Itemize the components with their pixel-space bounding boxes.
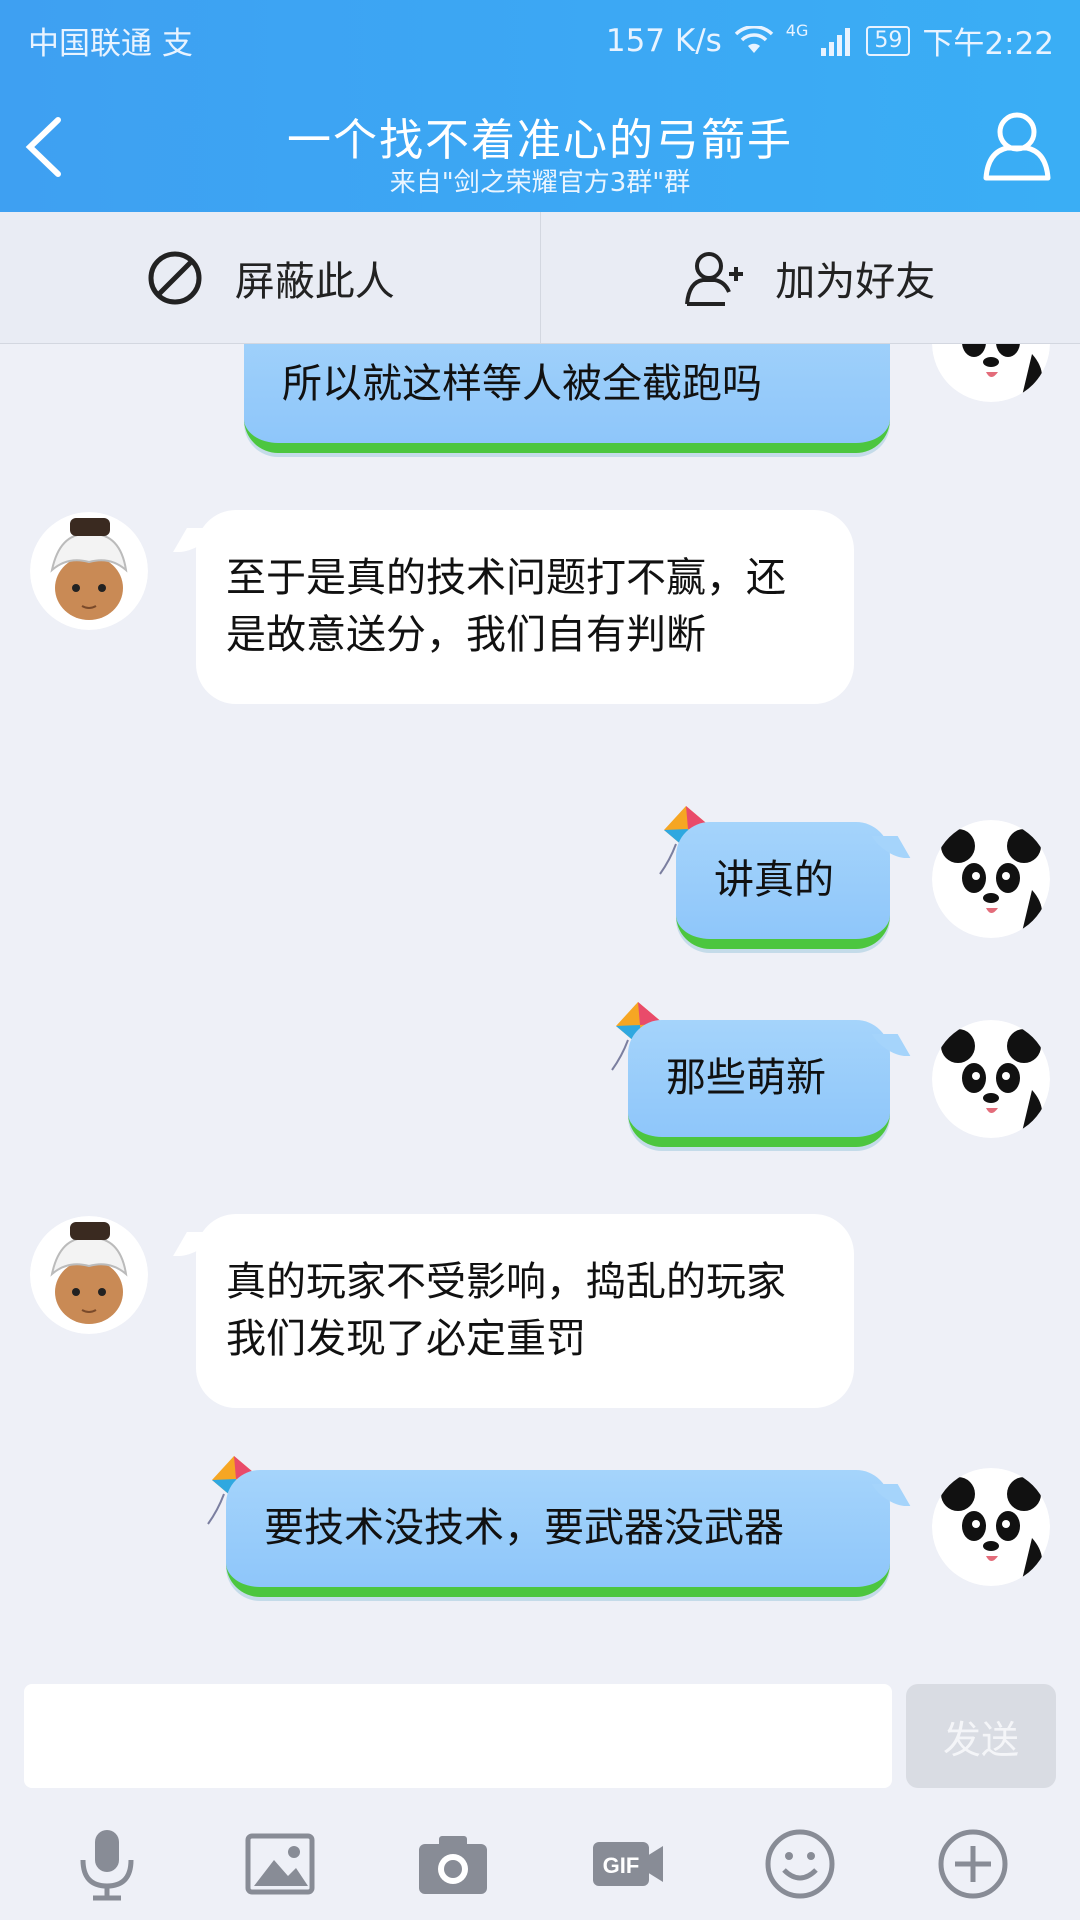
message-bubble-outgoing[interactable]: 要技术没技术，要武器没武器 xyxy=(226,1470,890,1597)
camera-icon xyxy=(419,1836,488,1894)
image-button[interactable] xyxy=(240,1824,320,1904)
message-bubble-outgoing[interactable]: 那些萌新 xyxy=(628,1020,890,1147)
message-bubble-outgoing[interactable]: 所以就这样等人被全截跑吗 xyxy=(244,344,890,453)
gif-icon: GIF xyxy=(592,1842,663,1886)
svg-text:GIF: GIF xyxy=(602,1853,639,1878)
network-type: 4G xyxy=(785,21,809,40)
profile-icon[interactable] xyxy=(982,108,1052,182)
message-bubble-incoming[interactable]: 至于是真的技术问题打不赢，还是故意送分，我们自有判断 xyxy=(196,510,854,704)
emoji-icon xyxy=(765,1829,835,1899)
my-avatar[interactable] xyxy=(932,820,1050,938)
block-user-button[interactable]: 屏蔽此人 xyxy=(0,212,540,343)
message-input[interactable] xyxy=(24,1684,892,1788)
wifi-icon xyxy=(734,25,774,53)
message-list[interactable]: 所以就这样等人被全截跑吗 至于是真的技术问题打不赢，还是故意送分，我们自有判断 xyxy=(0,344,1080,1684)
input-bar: 发送 xyxy=(0,1684,1080,1788)
message-text: 那些萌新 xyxy=(666,1055,826,1101)
message-text: 要技术没技术，要武器没武器 xyxy=(264,1505,784,1551)
status-right: 157 K/s 4G 59 下午2:22 xyxy=(606,18,1054,63)
my-avatar[interactable] xyxy=(932,344,1050,402)
add-friend-label: 加为好友 xyxy=(775,258,936,305)
chat-header: 中国联通 支 157 K/s 4G 59 下午2:22 一个找不着准心的弓箭手 … xyxy=(0,0,1080,212)
page-subtitle: 来自"剑之荣耀官方3群"群 xyxy=(389,168,691,198)
more-button[interactable] xyxy=(933,1824,1013,1904)
page-title: 一个找不着准心的弓箭手 xyxy=(287,115,793,166)
my-avatar[interactable] xyxy=(932,1468,1050,1586)
gif-button[interactable]: GIF xyxy=(587,1824,667,1904)
my-avatar[interactable] xyxy=(932,1020,1050,1138)
message-bubble-incoming[interactable]: 真的玩家不受影响，捣乱的玩家我们发现了必定重罚 xyxy=(196,1214,854,1408)
contact-avatar[interactable] xyxy=(30,1216,148,1334)
block-icon xyxy=(148,251,202,304)
mic-icon xyxy=(80,1830,134,1901)
voice-button[interactable] xyxy=(67,1824,147,1904)
contact-avatar[interactable] xyxy=(30,512,148,630)
network-speed: 157 K/s xyxy=(605,22,722,59)
action-bar: 屏蔽此人 加为好友 xyxy=(0,212,1080,344)
message-text: 真的玩家不受影响，捣乱的玩家我们发现了必定重罚 xyxy=(226,1259,786,1362)
add-friend-button[interactable]: 加为好友 xyxy=(539,212,1080,343)
image-icon xyxy=(245,1833,315,1895)
message-text: 所以就这样等人被全截跑吗 xyxy=(282,361,762,407)
message-text: 至于是真的技术问题打不赢，还是故意送分，我们自有判断 xyxy=(226,555,786,658)
carrier-label: 中国联通 支 xyxy=(28,26,193,62)
plus-icon xyxy=(938,1829,1008,1899)
status-bar: 中国联通 支 157 K/s 4G 59 下午2:22 xyxy=(0,0,1080,80)
message-text: 讲真的 xyxy=(714,857,834,903)
add-user-icon xyxy=(685,251,744,306)
send-button[interactable]: 发送 xyxy=(906,1684,1056,1788)
emoji-button[interactable] xyxy=(760,1824,840,1904)
battery-level: 59 xyxy=(866,25,911,56)
signal-icon xyxy=(821,27,851,56)
message-bubble-outgoing[interactable]: 讲真的 xyxy=(676,822,890,949)
block-label: 屏蔽此人 xyxy=(234,258,395,305)
chat-toolbar: GIF xyxy=(0,1808,1080,1920)
clock: 下午2:22 xyxy=(922,26,1054,62)
camera-button[interactable] xyxy=(413,1824,493,1904)
